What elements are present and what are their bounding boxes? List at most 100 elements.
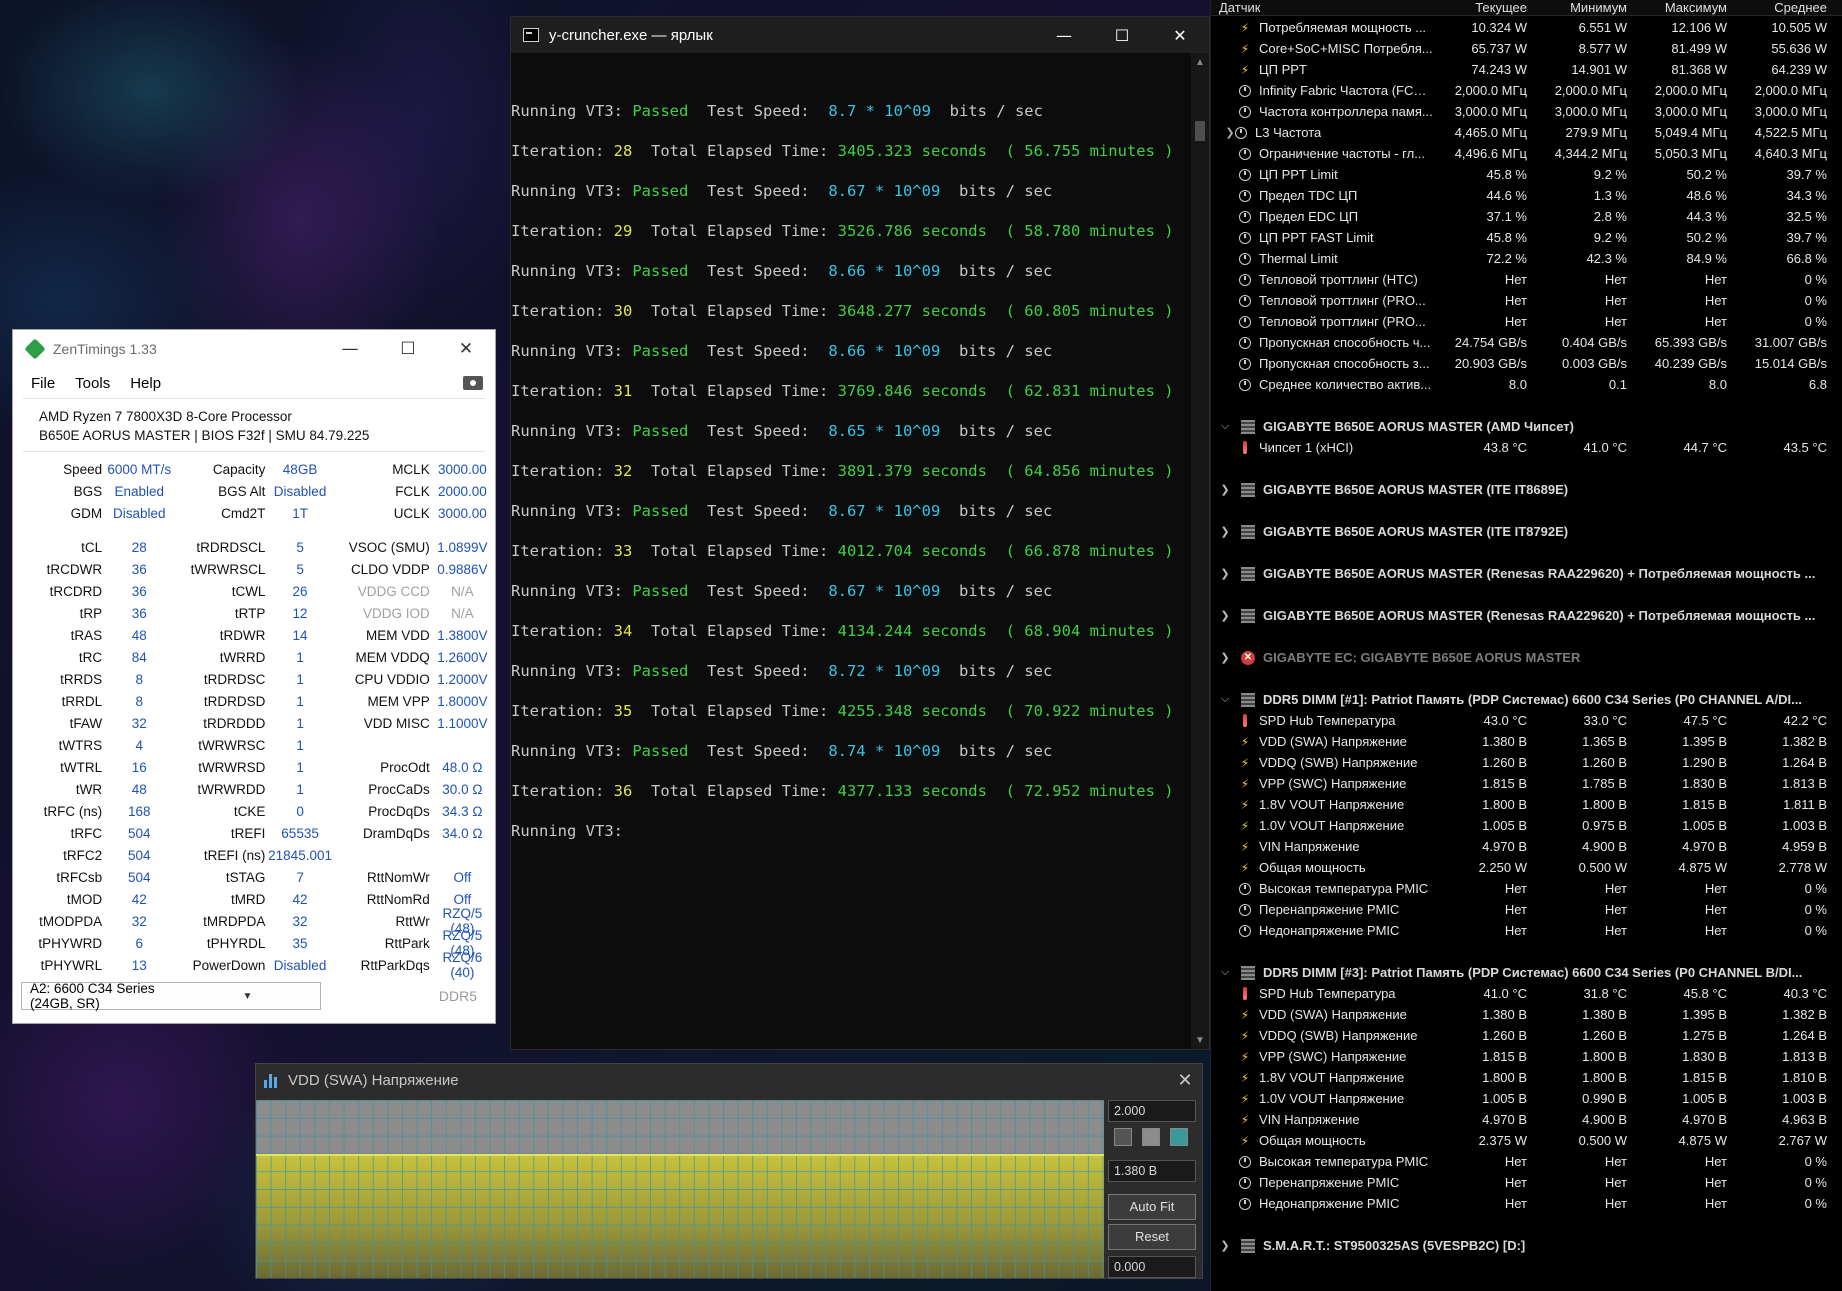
sensor-row[interactable]: ⚡ VPP (SWC) Напряжение 1.815 В 1.800 В 1.830…: [1211, 1046, 1842, 1067]
sensor-row[interactable]: Недонапряжение PMIC Нет Нет Нет 0 %: [1211, 1193, 1842, 1214]
sensor-row[interactable]: Чипсет 1 (xHCI) 43.8 °C 41.0 °C 44.7 °C 43.5…: [1211, 437, 1842, 458]
chevron-right-icon[interactable]: ❯: [1217, 609, 1233, 622]
sensor-row[interactable]: ЦП PPT Limit 45.8 % 9.2 % 50.2 % 39.7 %: [1211, 164, 1842, 185]
sensor-row[interactable]: ⚡ Потребляемая мощность ... 10.324 W 6.551 …: [1211, 17, 1842, 38]
sensor-row[interactable]: Тепловой троттлинг (HTC) Нет Нет Нет 0 %: [1211, 269, 1842, 290]
graph-max-value[interactable]: 2.000: [1108, 1100, 1196, 1122]
console-window[interactable]: y-cruncher.exe — ярлык — ☐ ✕ Running VT3…: [510, 16, 1210, 1050]
sensor-group[interactable]: ❯ GIGABYTE B650E AORUS MASTER (Renesas RA…: [1211, 605, 1842, 626]
maximize-icon[interactable]: ☐: [379, 330, 437, 368]
sensor-row[interactable]: ⚡ VIN Напряжение 4.970 В 4.900 В 4.970 В 4.95…: [1211, 836, 1842, 857]
scroll-up-icon[interactable]: ▲: [1191, 53, 1209, 71]
sensor-row[interactable]: Предел EDC ЦП 37.1 % 2.8 % 44.3 % 32.5 %: [1211, 206, 1842, 227]
sensor-panel[interactable]: Датчик Текущее Минимум Максимум Среднее …: [1210, 0, 1842, 1291]
sensor-row[interactable]: Infinity Fabric Частота (FCLK) 2,000.0 МГ…: [1211, 80, 1842, 101]
column-current[interactable]: Текущее: [1433, 0, 1533, 15]
close-icon[interactable]: ✕: [1151, 17, 1209, 53]
sensor-group[interactable]: ❯ S.M.A.R.T.: ST9500325AS (5VESPB2C) [D:]: [1211, 1235, 1842, 1256]
sensor-group[interactable]: ⌵ DDR5 DIMM [#1]: Patriot Память (PDP Сис…: [1211, 689, 1842, 710]
camera-icon[interactable]: [463, 376, 483, 390]
sensor-row[interactable]: ⚡ 1.0V VOUT Напряжение 1.005 В 0.990 В 1.005…: [1211, 1088, 1842, 1109]
sensor-row[interactable]: ⚡ VDD (SWA) Напряжение 1.380 В 1.380 В 1.395…: [1211, 1004, 1842, 1025]
chevron-down-icon[interactable]: ⌵: [1217, 693, 1233, 706]
sensor-group[interactable]: ⌵ DDR5 DIMM [#3]: Patriot Память (PDP Сис…: [1211, 962, 1842, 983]
console-output[interactable]: Running VT3: Passed Test Speed: 8.7 * 10…: [511, 53, 1191, 1049]
sensor-row[interactable]: Предел TDC ЦП 44.6 % 1.3 % 48.6 % 34.3 %: [1211, 185, 1842, 206]
sensor-graph-window[interactable]: VDD (SWA) Напряжение ✕ 2.000 1.380 В Aut…: [255, 1063, 1203, 1279]
maximize-icon[interactable]: ☐: [1093, 17, 1151, 53]
sensor-row[interactable]: Перенапряжение PMIC Нет Нет Нет 0 %: [1211, 1172, 1842, 1193]
color-swatch-2[interactable]: [1142, 1128, 1160, 1146]
chevron-right-icon[interactable]: ❯: [1217, 651, 1233, 664]
chevron-right-icon[interactable]: ❯: [1217, 483, 1233, 496]
lightning-icon: ⚡: [1237, 1133, 1253, 1149]
thermometer-icon: [1237, 440, 1253, 456]
sensor-row[interactable]: ⚡ VDDQ (SWB) Напряжение 1.260 В 1.260 В 1.27…: [1211, 1025, 1842, 1046]
sensor-group[interactable]: ⌵ GIGABYTE B650E AORUS MASTER (AMD Чипсет…: [1211, 416, 1842, 437]
sensor-row[interactable]: SPD Hub Температура 43.0 °C 33.0 °C 47.5 °C…: [1211, 710, 1842, 731]
sensor-row[interactable]: Пропускная способность ч... 24.754 GB/s 0.…: [1211, 332, 1842, 353]
chevron-right-icon[interactable]: ❯: [1217, 567, 1233, 580]
sensor-row[interactable]: Thermal Limit 72.2 % 42.3 % 84.9 % 66.8 %: [1211, 248, 1842, 269]
sensor-row[interactable]: Среднее количество актив... 8.0 0.1 8.0 6.8: [1211, 374, 1842, 395]
sensor-row[interactable]: ⚡ VDD (SWA) Напряжение 1.380 В 1.365 В 1.395…: [1211, 731, 1842, 752]
sensor-row[interactable]: Перенапряжение PMIC Нет Нет Нет 0 %: [1211, 899, 1842, 920]
sensor-group[interactable]: ❯ GIGABYTE B650E AORUS MASTER (ITE IT8689…: [1211, 479, 1842, 500]
sensor-row[interactable]: Высокая температура PMIC Нет Нет Нет 0 %: [1211, 878, 1842, 899]
column-sensor[interactable]: Датчик: [1211, 0, 1433, 15]
sensor-row[interactable]: ⚡ 1.0V VOUT Напряжение 1.005 В 0.975 В 1.005…: [1211, 815, 1842, 836]
sensor-row[interactable]: ⚡ VDDQ (SWB) Напряжение 1.260 В 1.260 В 1.29…: [1211, 752, 1842, 773]
sensor-row[interactable]: ⚡ VPP (SWC) Напряжение 1.815 В 1.785 В 1.830…: [1211, 773, 1842, 794]
sensor-row[interactable]: ❯ L3 Частота 4,465.0 МГц 279.9 МГц 5,049.4 М…: [1211, 122, 1842, 143]
column-min[interactable]: Минимум: [1533, 0, 1633, 15]
minimize-icon[interactable]: —: [1035, 17, 1093, 53]
column-avg[interactable]: Среднее: [1733, 0, 1833, 15]
color-swatch-1[interactable]: [1114, 1128, 1132, 1146]
sensor-row[interactable]: ⚡ Core+SoC+MISC Потребля... 65.737 W 8.577 …: [1211, 38, 1842, 59]
scroll-thumb[interactable]: [1195, 121, 1205, 141]
sensor-row[interactable]: Недонапряжение PMIC Нет Нет Нет 0 %: [1211, 920, 1842, 941]
scroll-down-icon[interactable]: ▼: [1191, 1031, 1209, 1049]
sensor-row[interactable]: Ограничение частоты - гл... 4,496.6 МГц 4,…: [1211, 143, 1842, 164]
color-swatch-3[interactable]: [1170, 1128, 1188, 1146]
sensor-row[interactable]: Пропускная способность з... 20.903 GB/s 0.…: [1211, 353, 1842, 374]
menu-file[interactable]: File: [31, 375, 55, 392]
console-titlebar[interactable]: y-cruncher.exe — ярлык — ☐ ✕: [511, 17, 1209, 53]
module-select[interactable]: A2: 6600 C34 Series (24GB, SR) ▼: [21, 981, 321, 1011]
sensor-row[interactable]: ⚡ 1.8V VOUT Напряжение 1.800 В 1.800 В 1.815…: [1211, 1067, 1842, 1088]
sensor-row[interactable]: ЦП PPT FAST Limit 45.8 % 9.2 % 50.2 % 39.7 %: [1211, 227, 1842, 248]
sensor-group[interactable]: ❯ GIGABYTE B650E AORUS MASTER (ITE IT8792…: [1211, 521, 1842, 542]
minimize-icon[interactable]: —: [321, 330, 379, 368]
menu-help[interactable]: Help: [130, 375, 161, 392]
sensor-row[interactable]: Частота контроллера памя... 3,000.0 МГц 3,…: [1211, 101, 1842, 122]
sensor-row[interactable]: ⚡ ЦП PPT 74.243 W 14.901 W 81.368 W 64.239 W: [1211, 59, 1842, 80]
chevron-down-icon[interactable]: ⌵: [1217, 420, 1233, 433]
sensor-row[interactable]: SPD Hub Температура 41.0 °C 31.8 °C 45.8 °C…: [1211, 983, 1842, 1004]
sensor-value: 31.8 °C: [1583, 986, 1627, 1001]
reset-button[interactable]: Reset: [1108, 1224, 1196, 1250]
chevron-right-icon[interactable]: ❯: [1217, 525, 1233, 538]
close-icon[interactable]: ✕: [1168, 1070, 1202, 1091]
sensor-row[interactable]: Высокая температура PMIC Нет Нет Нет 0 %: [1211, 1151, 1842, 1172]
speed-unit: bits / sec: [940, 342, 1053, 360]
sensor-group[interactable]: ❯ ✕ GIGABYTE EC: GIGABYTE B650E AORUS MAST…: [1211, 647, 1842, 668]
column-max[interactable]: Максимум: [1633, 0, 1733, 15]
sensor-row[interactable]: ⚡ VIN Напряжение 4.970 В 4.900 В 4.970 В 4.96…: [1211, 1109, 1842, 1130]
sensor-row[interactable]: ⚡ Общая мощность 2.375 W 0.500 W 4.875 W 2.76…: [1211, 1130, 1842, 1151]
menu-tools[interactable]: Tools: [75, 375, 110, 392]
sensor-row[interactable]: ⚡ Общая мощность 2.250 W 0.500 W 4.875 W 2.77…: [1211, 857, 1842, 878]
sensor-row[interactable]: Тепловой троттлинг (PRO... Нет Нет Нет 0 %: [1211, 290, 1842, 311]
close-icon[interactable]: ✕: [437, 330, 495, 368]
zentimings-titlebar[interactable]: ZenTimings 1.33 — ☐ ✕: [13, 330, 495, 368]
auto-fit-button[interactable]: Auto Fit: [1108, 1194, 1196, 1220]
sensor-group[interactable]: ❯ GIGABYTE B650E AORUS MASTER (Renesas RA…: [1211, 563, 1842, 584]
console-scrollbar[interactable]: ▲ ▼: [1191, 53, 1209, 1049]
sensor-row[interactable]: ⚡ 1.8V VOUT Напряжение 1.800 В 1.800 В 1.815…: [1211, 794, 1842, 815]
chevron-down-icon[interactable]: ⌵: [1217, 966, 1233, 979]
sensor-value: Нет: [1504, 272, 1527, 287]
graph-titlebar[interactable]: VDD (SWA) Напряжение ✕: [256, 1064, 1202, 1096]
zentimings-window[interactable]: ZenTimings 1.33 — ☐ ✕ File Tools Help AM…: [12, 329, 496, 1024]
chevron-right-icon[interactable]: ❯: [1217, 1239, 1233, 1252]
graph-min-value[interactable]: 0.000: [1108, 1256, 1196, 1278]
sensor-row[interactable]: Тепловой троттлинг (PRO... Нет Нет Нет 0 %: [1211, 311, 1842, 332]
